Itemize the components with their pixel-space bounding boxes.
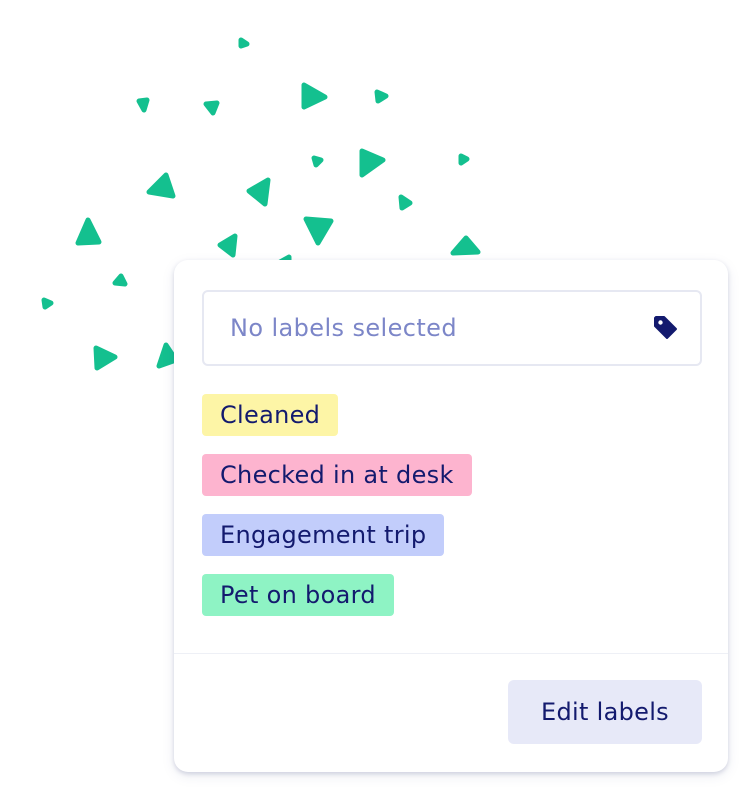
label-select-placeholder: No labels selected <box>230 314 457 342</box>
labels-illustration: No labels selected Cleaned Checked in at… <box>0 0 744 796</box>
confetti-triangle <box>41 297 54 310</box>
confetti-triangle <box>93 345 118 371</box>
confetti-triangle <box>458 153 470 166</box>
confetti-triangle <box>246 177 271 207</box>
confetti-triangle <box>303 216 334 246</box>
confetti-triangle <box>146 172 176 199</box>
edit-labels-button[interactable]: Edit labels <box>508 680 702 744</box>
confetti-triangle <box>374 89 389 104</box>
label-chip-engagement-trip[interactable]: Engagement trip <box>202 514 445 556</box>
tag-icon[interactable] <box>652 314 680 342</box>
footer-divider <box>174 653 728 654</box>
label-select-field[interactable]: No labels selected <box>202 290 702 366</box>
confetti-triangle <box>217 233 238 258</box>
label-chip-pet-on-board[interactable]: Pet on board <box>202 574 394 616</box>
label-chip-cleaned[interactable]: Cleaned <box>202 394 339 436</box>
confetti-triangle <box>136 97 150 113</box>
labels-popover: No labels selected Cleaned Checked in at… <box>174 260 728 772</box>
label-chip-checked-in-at-desk[interactable]: Checked in at desk <box>202 454 472 496</box>
label-list: Cleaned Checked in at desk Engagement tr… <box>202 394 472 634</box>
confetti-triangle <box>359 148 386 178</box>
confetti-triangle <box>112 273 128 287</box>
confetti-triangle <box>238 37 250 49</box>
confetti-triangle <box>301 82 328 110</box>
confetti-triangle <box>203 100 220 116</box>
confetti-triangle <box>75 217 102 246</box>
confetti-triangle <box>450 235 481 256</box>
confetti-triangle <box>398 194 413 211</box>
confetti-triangle <box>311 155 324 168</box>
